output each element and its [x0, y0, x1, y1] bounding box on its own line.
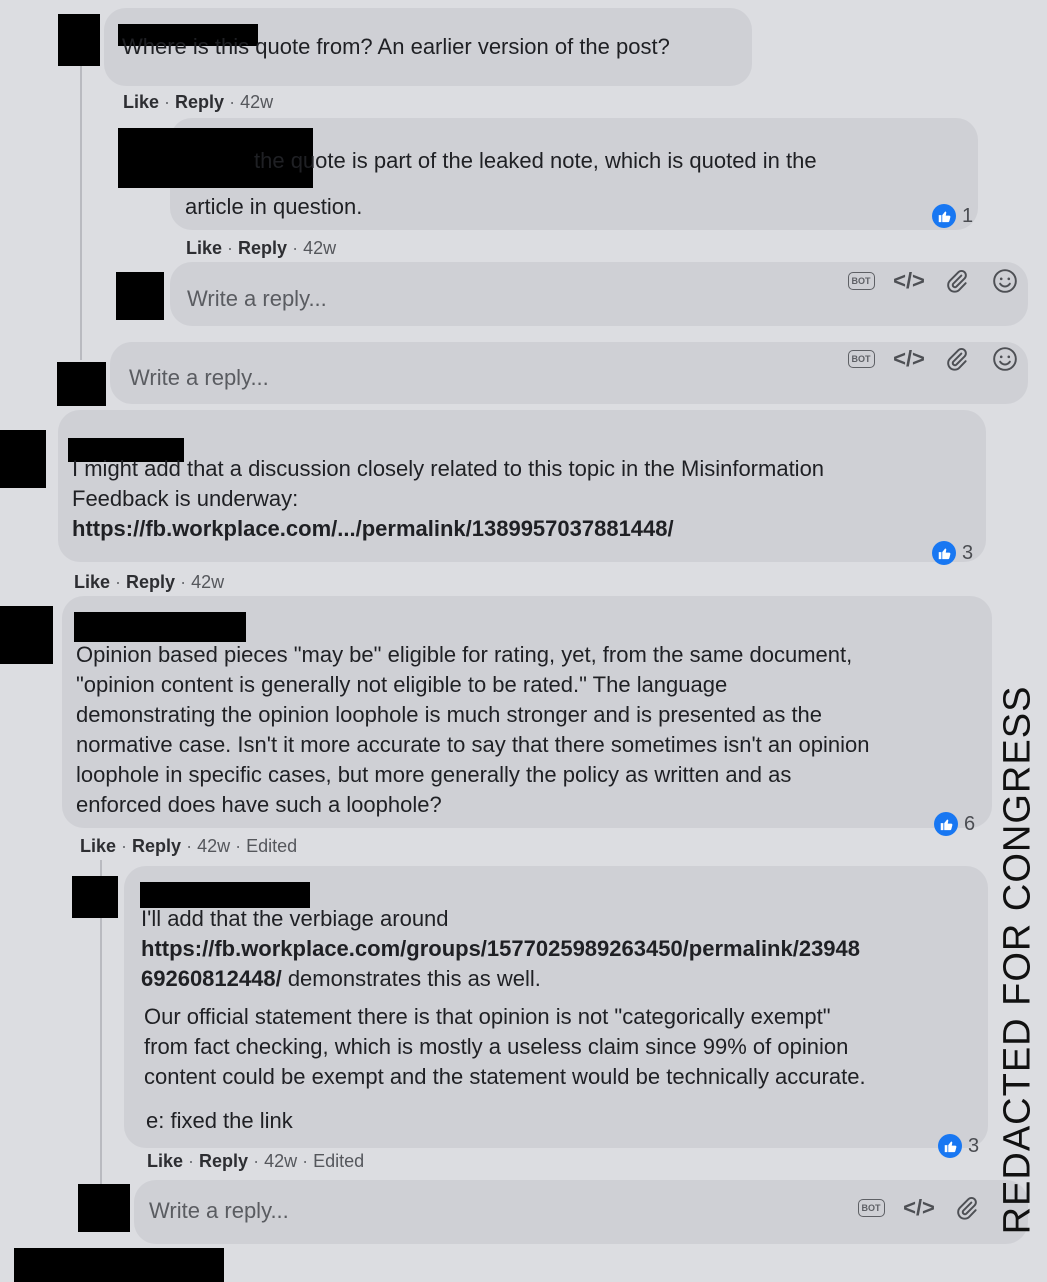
like-link[interactable]: Like [147, 1151, 183, 1171]
composer-toolbar: BOT </> [846, 344, 1020, 374]
thumbs-up-icon [932, 541, 956, 565]
comment-text-line: I might add that a discussion closely re… [72, 456, 825, 481]
avatar-redacted [0, 606, 53, 664]
reply-placeholder: Write a reply... [129, 365, 269, 390]
comment-text-line: demonstrating the opinion loophole is mu… [76, 702, 823, 727]
comment-text: I'll add that the verbiage around https:… [141, 904, 860, 994]
comment-text-line: I'll add that the verbiage around [141, 906, 449, 931]
composer-toolbar: BOT </> [856, 1193, 982, 1223]
emoji-icon[interactable] [990, 266, 1020, 296]
reply-link[interactable]: Reply [175, 92, 224, 112]
bot-icon[interactable]: BOT [846, 344, 876, 374]
permalink-link[interactable]: https://fb.workplace.com/.../permalink/1… [72, 514, 824, 544]
comment-text: I might add that a discussion closely re… [72, 454, 824, 544]
reply-link[interactable]: Reply [126, 572, 175, 592]
comment-actions: Like · Reply · 42w · Edited [147, 1151, 365, 1171]
reply-placeholder: Write a reply... [187, 286, 327, 311]
comment-text-line: article in question. [185, 194, 363, 219]
comment-text: the quote is part of the leaked note, wh… [254, 146, 817, 176]
avatar-redacted [0, 430, 46, 488]
comment-actions: Like · Reply · 42w [123, 92, 274, 112]
reply-link[interactable]: Reply [132, 836, 181, 856]
timestamp[interactable]: 42w [191, 572, 224, 592]
comment-text: article in question. [185, 192, 362, 222]
timestamp[interactable]: 42w [264, 1151, 297, 1171]
timestamp[interactable]: 42w [197, 836, 230, 856]
comment-text-line: demonstrates this as well. [281, 966, 541, 991]
timestamp[interactable]: 42w [303, 238, 336, 258]
reaction-count[interactable]: 3 [938, 1134, 979, 1158]
edited-label[interactable]: Edited [246, 836, 297, 856]
like-link[interactable]: Like [80, 836, 116, 856]
reaction-count[interactable]: 6 [934, 812, 975, 836]
current-user-avatar-redacted [116, 272, 164, 320]
emoji-icon[interactable] [990, 344, 1020, 374]
reply-link[interactable]: Reply [238, 238, 287, 258]
like-link[interactable]: Like [186, 238, 222, 258]
reaction-number: 6 [964, 812, 976, 835]
comment-text-line: normative case. Isn't it more accurate t… [76, 732, 870, 757]
code-icon[interactable]: </> [893, 266, 925, 296]
redacted-stamp: REDACTED FOR CONGRESS [996, 685, 1039, 1235]
code-icon[interactable]: </> [903, 1193, 935, 1223]
reaction-number: 3 [968, 1134, 980, 1157]
reaction-number: 3 [962, 541, 974, 564]
edited-label[interactable]: Edited [313, 1151, 364, 1171]
comment-text-line: "opinion content is generally not eligib… [76, 672, 728, 697]
bot-icon[interactable]: BOT [856, 1193, 886, 1223]
comment-text-line: Feedback is underway: [72, 486, 299, 511]
comment-actions: Like · Reply · 42w [74, 572, 225, 592]
bot-icon[interactable]: BOT [846, 266, 876, 296]
avatar-redacted [72, 876, 118, 918]
timestamp[interactable]: 42w [240, 92, 273, 112]
comment-text: Opinion based pieces "may be" eligible f… [76, 640, 869, 820]
paperclip-icon[interactable] [942, 344, 972, 374]
comment-text-line: loophole in specific cases, but more gen… [76, 762, 792, 787]
current-user-avatar-redacted [57, 362, 106, 406]
comment-text: Where is this quote from? An earlier ver… [122, 34, 670, 59]
comment-text-line: the quote is part of the leaked note, wh… [254, 148, 817, 173]
reaction-count[interactable]: 3 [932, 541, 973, 565]
comment-text: Our official statement there is that opi… [144, 1002, 866, 1092]
paperclip-icon[interactable] [952, 1193, 982, 1223]
thumbs-up-icon [932, 204, 956, 228]
thread-line [80, 60, 82, 360]
avatar-redacted [14, 1248, 224, 1282]
reaction-count[interactable]: 1 [932, 204, 973, 228]
permalink-link[interactable]: https://fb.workplace.com/groups/15770259… [141, 934, 860, 964]
reply-link[interactable]: Reply [199, 1151, 248, 1171]
author-name-redacted [74, 612, 246, 642]
comment-text-line: from fact checking, which is mostly a us… [144, 1034, 849, 1059]
like-link[interactable]: Like [74, 572, 110, 592]
comment-text-line: Our official statement there is that opi… [144, 1004, 831, 1029]
comment-actions: Like · Reply · 42w · Edited [80, 836, 298, 856]
permalink-link[interactable]: 69260812448/ [141, 966, 282, 991]
reaction-number: 1 [962, 204, 974, 227]
composer-toolbar: BOT </> [846, 266, 1020, 296]
thumbs-up-icon [934, 812, 958, 836]
thumbs-up-icon [938, 1134, 962, 1158]
like-link[interactable]: Like [123, 92, 159, 112]
comment-text-line: content could be exempt and the statemen… [144, 1064, 866, 1089]
comment-text-line: e: fixed the link [146, 1108, 293, 1133]
code-icon[interactable]: </> [893, 344, 925, 374]
reply-placeholder: Write a reply... [149, 1198, 289, 1223]
avatar-redacted [58, 14, 100, 66]
comment-text-line: Opinion based pieces "may be" eligible f… [76, 642, 853, 667]
comment-text: e: fixed the link [146, 1106, 293, 1136]
current-user-avatar-redacted [78, 1184, 130, 1232]
comment-actions: Like · Reply · 42w [186, 238, 337, 258]
comment-text-line: enforced does have such a loophole? [76, 792, 442, 817]
paperclip-icon[interactable] [942, 266, 972, 296]
